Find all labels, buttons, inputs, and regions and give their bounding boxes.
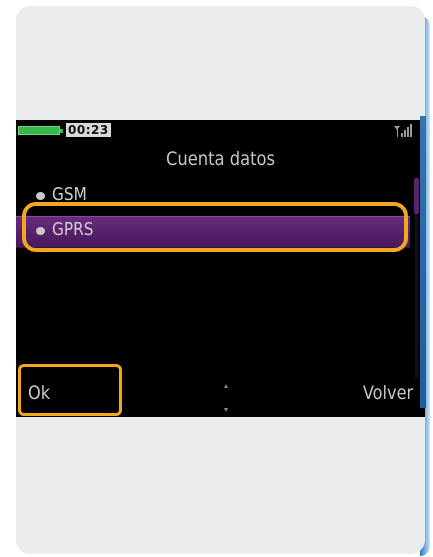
status-bar: 00:23 [16, 120, 425, 142]
gprs-highlight-outline [22, 202, 408, 252]
tutorial-card: 00:23 Cuenta datos GSM GPRS Ok Volver [16, 6, 425, 554]
screen-title: Cuenta datos [165, 148, 276, 170]
bullet-icon [36, 192, 45, 200]
ok-highlight-outline [18, 364, 122, 416]
phone-side-edge [420, 116, 426, 408]
signal-strength-icon [394, 124, 412, 137]
up-down-arrows-icon [224, 384, 228, 412]
scrollbar-thumb[interactable] [414, 178, 419, 214]
battery-full-icon [18, 126, 63, 135]
clock-time: 00:23 [66, 123, 111, 137]
back-softkey-button[interactable]: Volver [363, 382, 413, 404]
